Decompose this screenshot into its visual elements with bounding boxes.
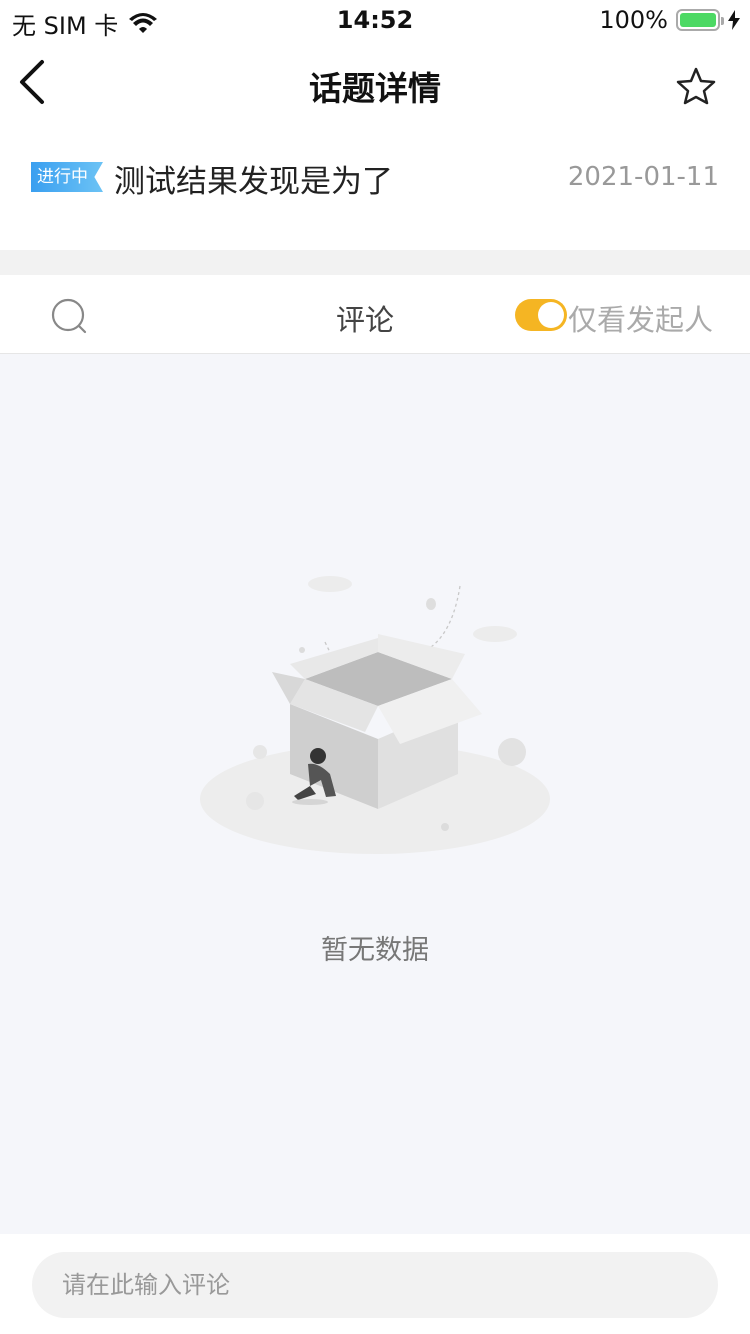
- status-battery-group: 100%: [599, 6, 740, 34]
- comment-input-bar: [0, 1234, 750, 1334]
- comments-empty-area: 暂无数据: [0, 354, 750, 1234]
- toggle-knob: [538, 302, 564, 328]
- favorite-button[interactable]: [676, 66, 716, 106]
- only-author-toggle[interactable]: [515, 299, 567, 331]
- battery-percent: 100%: [599, 6, 668, 34]
- charging-bolt-icon: [728, 10, 740, 30]
- topic-header: 进行中 测试结果发现是为了 2021-01-11: [0, 128, 750, 250]
- status-badge: 进行中: [31, 162, 103, 192]
- battery-icon: [676, 9, 724, 31]
- nav-bar: 话题详情: [0, 40, 750, 128]
- topic-date: 2021-01-11: [567, 162, 719, 192]
- empty-state-text: 暂无数据: [321, 935, 429, 966]
- topic-title: 测试结果发现是为了: [114, 164, 393, 200]
- section-divider: [0, 250, 750, 275]
- comments-toolbar: 评论 仅看发起人: [0, 275, 750, 354]
- comment-input[interactable]: [32, 1252, 718, 1318]
- empty-box-illustration: [200, 576, 550, 854]
- star-outline-icon: [676, 67, 716, 105]
- status-bar: 无 SIM 卡 14:52 100%: [0, 0, 750, 40]
- page-title: 话题详情: [309, 69, 441, 108]
- only-author-label[interactable]: 仅看发起人: [568, 297, 713, 339]
